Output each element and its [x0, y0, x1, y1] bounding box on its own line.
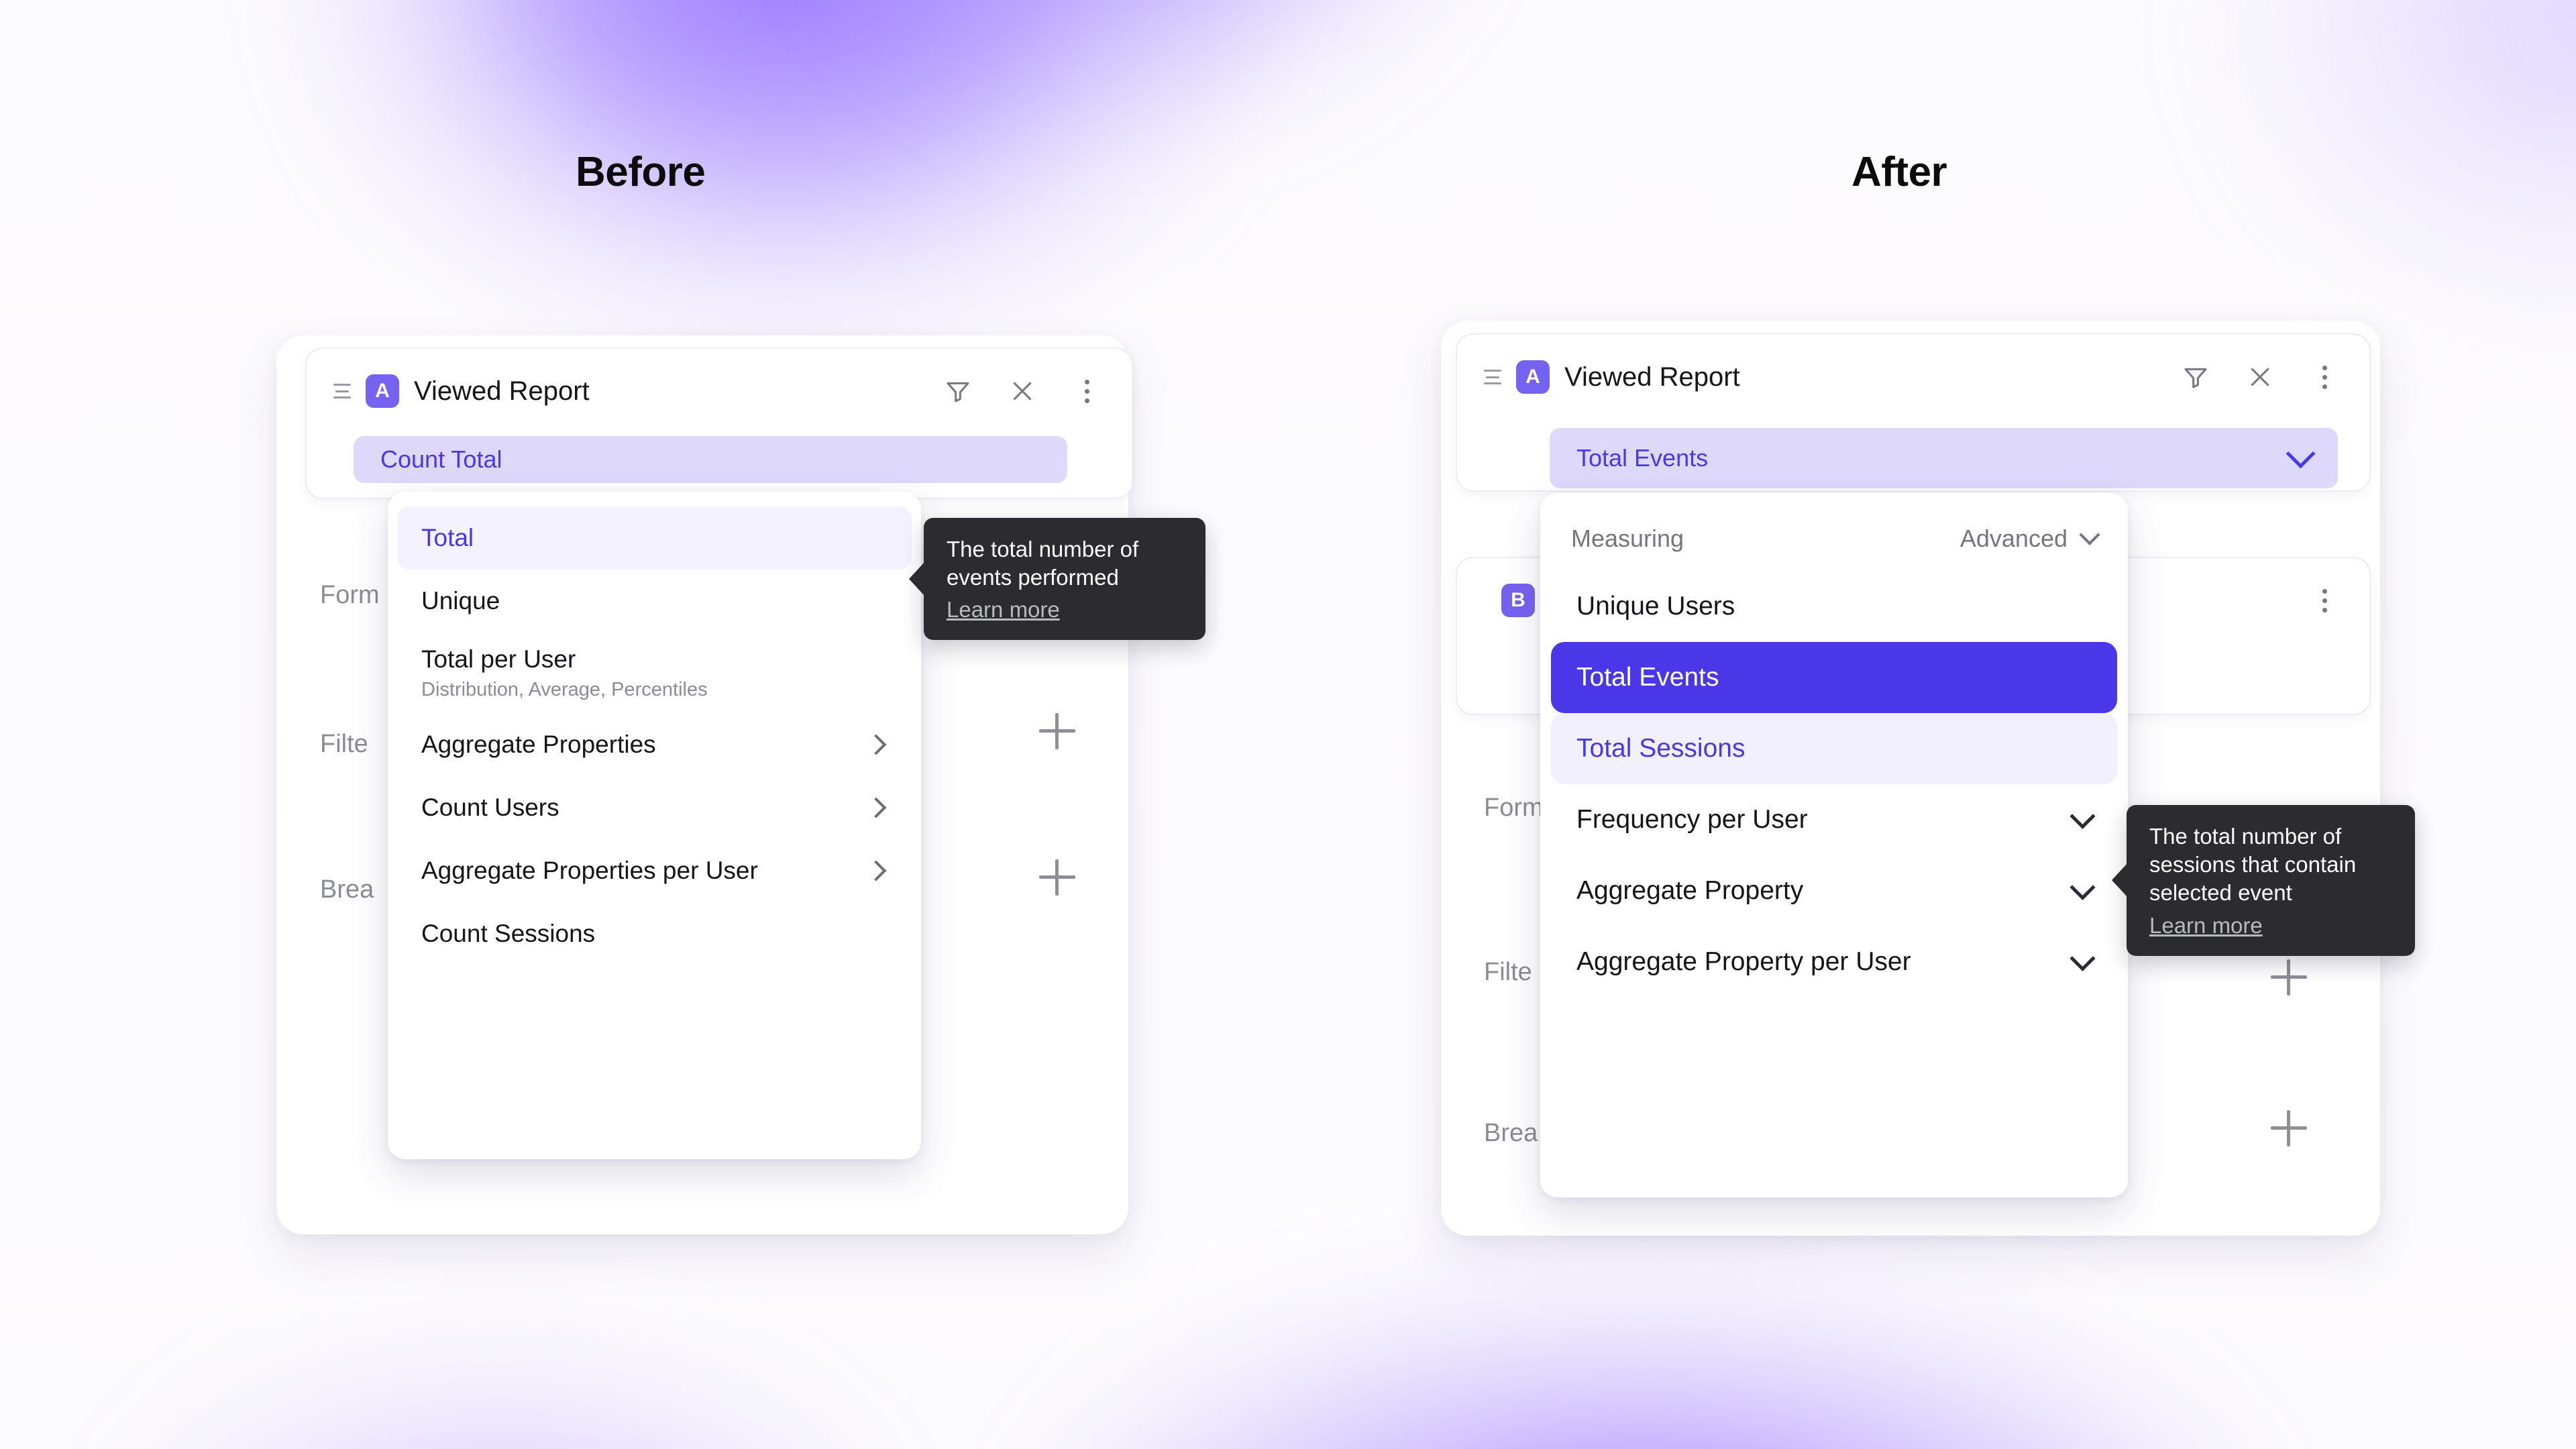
close-icon[interactable] [2245, 362, 2275, 392]
tooltip-learn-more-link-after[interactable]: Learn more [2149, 913, 2263, 938]
chevron-right-icon [865, 797, 887, 818]
add-breakdown-button-after[interactable] [2271, 1110, 2307, 1146]
background-blob-bottom-left [101, 1328, 906, 1449]
filter-icon[interactable] [943, 376, 973, 407]
event-name-before: Viewed Report [414, 376, 590, 406]
menu-item-label: Total Sessions [1576, 734, 1746, 763]
menu-item-label: Total per User [421, 645, 576, 673]
menu-item-aggregate-property[interactable]: Aggregate Property [1551, 855, 2117, 926]
gutter-label-filter-after: Filte [1484, 958, 1532, 986]
menu-item-unique-users[interactable]: Unique Users [1551, 571, 2117, 642]
drag-handle-icon[interactable] [1484, 370, 1501, 384]
menu-item-total-per-user[interactable]: Total per User Distribution, Average, Pe… [397, 633, 912, 713]
menu-item-total-sessions[interactable]: Total Sessions [1551, 713, 2117, 784]
event-badge-b: B [1501, 584, 1535, 617]
section-title-after: After [1851, 149, 1947, 195]
menu-item-label: Frequency per User [1576, 805, 1808, 834]
menu-item-label: Count Users [421, 794, 559, 821]
advanced-toggle-label: Advanced [1960, 525, 2068, 552]
tooltip-arrow-icon [909, 561, 925, 597]
measure-chip-before[interactable]: Count Total [354, 436, 1067, 483]
menu-item-unique[interactable]: Unique [397, 570, 912, 633]
close-icon[interactable] [1007, 376, 1038, 407]
chevron-right-icon [865, 734, 887, 755]
more-vertical-icon[interactable] [1071, 376, 1102, 407]
background-blob-top-secondary [771, 0, 1509, 148]
menu-item-label: Unique Users [1576, 592, 1735, 621]
menu-item-subtitle: Distribution, Average, Percentiles [421, 678, 708, 700]
advanced-toggle[interactable]: Advanced [1960, 524, 2100, 553]
gutter-label-filter-before: Filte [320, 730, 368, 758]
menu-item-label: Count Sessions [421, 920, 596, 947]
menu-item-label: Aggregate Property per User [1576, 947, 1911, 976]
background-blob-bottom [1006, 1248, 2281, 1449]
add-filter-button-after[interactable] [2271, 959, 2307, 996]
gutter-label-formula-after: Form [1484, 794, 1544, 822]
event-actions-after [2180, 362, 2340, 392]
screenshot-root: Before After Form Filte Brea A Viewed Re… [0, 0, 2576, 1449]
tooltip-after: The total number of sessions that contai… [2112, 805, 2415, 956]
menu-item-label: Unique [421, 587, 500, 614]
gutter-label-breakdown-after: Brea [1484, 1119, 1538, 1147]
menu-item-label: Aggregate Property [1576, 876, 1804, 905]
drag-handle-icon[interactable] [333, 384, 351, 398]
menu-item-label: Total Events [1576, 663, 1719, 692]
add-breakdown-button-before[interactable] [1039, 859, 1075, 896]
menu-item-total-events[interactable]: Total Events [1551, 642, 2117, 713]
background-blob-top [282, 0, 1288, 376]
menu-item-aggregate-property-per-user[interactable]: Aggregate Property per User [1551, 926, 2117, 998]
tooltip-text-after: The total number of sessions that contai… [2149, 824, 2357, 906]
event-actions-before [943, 376, 1102, 407]
menu-item-label: Total [421, 524, 474, 551]
add-filter-button-before[interactable] [1039, 713, 1075, 749]
event-badge-a: A [366, 374, 399, 408]
tooltip-learn-more-link-before[interactable]: Learn more [947, 597, 1060, 623]
event-actions-b-after [2309, 585, 2340, 616]
dropdown-header-after: Measuring Advanced [1540, 506, 2128, 571]
more-vertical-icon[interactable] [2309, 362, 2340, 392]
gutter-label-formula-before: Form [320, 581, 380, 609]
measure-chip-value-before: Count Total [380, 445, 502, 473]
chevron-right-icon [865, 860, 887, 881]
chevron-down-icon [2070, 803, 2096, 829]
menu-item-label: Aggregate Properties [421, 731, 656, 758]
menu-item-aggregate-properties-per-user[interactable]: Aggregate Properties per User [397, 839, 912, 902]
measure-dropdown-after[interactable]: Measuring Advanced Unique Users Total Ev… [1540, 493, 2128, 1197]
measure-chip-value-after: Total Events [1576, 444, 1709, 472]
event-header-b-after: B [1484, 584, 1535, 617]
filter-icon[interactable] [2180, 362, 2211, 392]
event-name-after: Viewed Report [1564, 362, 1740, 392]
menu-item-frequency-per-user[interactable]: Frequency per User [1551, 784, 2117, 855]
menu-item-aggregate-properties[interactable]: Aggregate Properties [397, 713, 912, 776]
dropdown-header-label: Measuring [1571, 525, 1684, 552]
tooltip-arrow-icon [2112, 863, 2128, 898]
chevron-down-icon [2070, 945, 2096, 971]
chevron-down-icon [2079, 524, 2100, 545]
tooltip-before: The total number of events performed Lea… [909, 518, 1205, 641]
more-vertical-icon[interactable] [2309, 585, 2340, 616]
event-header-after: A Viewed Report [1484, 360, 1740, 394]
chevron-down-icon[interactable] [2286, 439, 2316, 468]
chevron-down-icon [2070, 874, 2096, 900]
measure-dropdown-before[interactable]: Total Unique Total per User Distribution… [388, 492, 921, 1159]
background-blob-right [2214, 0, 2576, 335]
menu-item-total[interactable]: Total [397, 506, 912, 570]
menu-item-count-users[interactable]: Count Users [397, 776, 912, 839]
measure-chip-after[interactable]: Total Events [1550, 428, 2338, 488]
gutter-label-breakdown-before: Brea [320, 875, 374, 904]
event-badge-a: A [1516, 360, 1550, 394]
tooltip-text-before: The total number of events performed [947, 537, 1139, 590]
section-title-before: Before [576, 149, 706, 195]
menu-item-count-sessions[interactable]: Count Sessions [397, 902, 912, 965]
event-header-before: A Viewed Report [333, 374, 590, 408]
menu-item-label: Aggregate Properties per User [421, 857, 758, 884]
